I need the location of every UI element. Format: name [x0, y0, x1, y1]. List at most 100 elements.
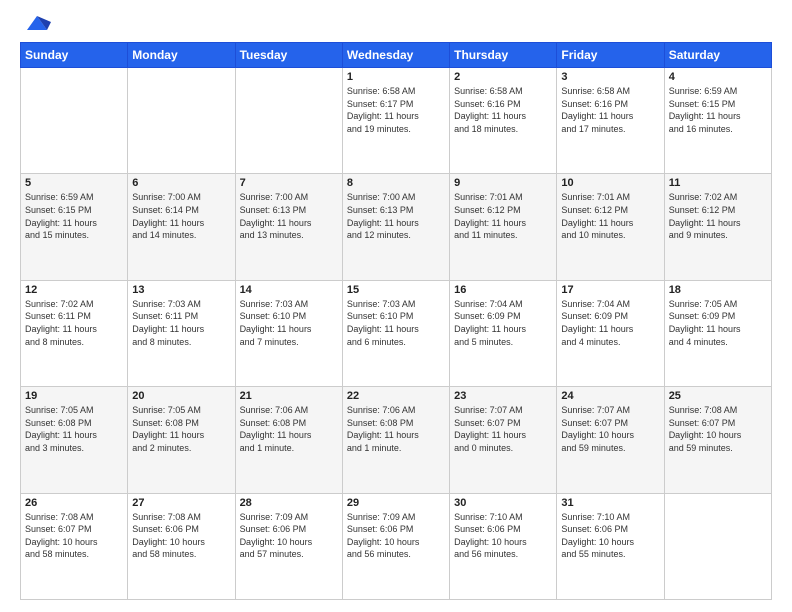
calendar-cell: 20 Sunrise: 7:05 AM Sunset: 6:08 PM Dayli… — [128, 387, 235, 493]
day-info: Sunrise: 7:07 AM Sunset: 6:07 PM Dayligh… — [454, 404, 552, 454]
day-info: Sunrise: 6:58 AM Sunset: 6:16 PM Dayligh… — [454, 85, 552, 135]
day-info: Sunrise: 7:05 AM Sunset: 6:09 PM Dayligh… — [669, 298, 767, 348]
calendar-cell: 12 Sunrise: 7:02 AM Sunset: 6:11 PM Dayli… — [21, 280, 128, 386]
day-info: Sunrise: 7:08 AM Sunset: 6:06 PM Dayligh… — [132, 511, 230, 561]
day-info: Sunrise: 7:03 AM Sunset: 6:11 PM Dayligh… — [132, 298, 230, 348]
day-info: Sunrise: 7:04 AM Sunset: 6:09 PM Dayligh… — [561, 298, 659, 348]
day-info: Sunrise: 7:02 AM Sunset: 6:11 PM Dayligh… — [25, 298, 123, 348]
day-info: Sunrise: 7:08 AM Sunset: 6:07 PM Dayligh… — [25, 511, 123, 561]
day-info: Sunrise: 7:10 AM Sunset: 6:06 PM Dayligh… — [454, 511, 552, 561]
day-info: Sunrise: 7:02 AM Sunset: 6:12 PM Dayligh… — [669, 191, 767, 241]
calendar-cell: 23 Sunrise: 7:07 AM Sunset: 6:07 PM Dayli… — [450, 387, 557, 493]
day-number: 29 — [347, 497, 445, 509]
calendar-cell — [21, 68, 128, 174]
day-number: 22 — [347, 390, 445, 402]
calendar-cell: 17 Sunrise: 7:04 AM Sunset: 6:09 PM Dayli… — [557, 280, 664, 386]
weekday-header: Monday — [128, 43, 235, 68]
calendar-cell: 1 Sunrise: 6:58 AM Sunset: 6:17 PM Daylig… — [342, 68, 449, 174]
calendar-cell: 28 Sunrise: 7:09 AM Sunset: 6:06 PM Dayli… — [235, 493, 342, 599]
day-number: 31 — [561, 497, 659, 509]
calendar-cell: 3Sunrise: 6:58 AM Sunset: 6:16 PM Daylig… — [557, 68, 664, 174]
calendar-cell: 18 Sunrise: 7:05 AM Sunset: 6:09 PM Dayli… — [664, 280, 771, 386]
day-number: 6 — [132, 177, 230, 189]
calendar-table: SundayMondayTuesdayWednesdayThursdayFrid… — [20, 42, 772, 600]
day-info: Sunrise: 7:06 AM Sunset: 6:08 PM Dayligh… — [347, 404, 445, 454]
day-info: Sunrise: 7:09 AM Sunset: 6:06 PM Dayligh… — [240, 511, 338, 561]
calendar-cell: 29 Sunrise: 7:09 AM Sunset: 6:06 PM Dayli… — [342, 493, 449, 599]
weekday-header: Tuesday — [235, 43, 342, 68]
day-number: 24 — [561, 390, 659, 402]
day-info: Sunrise: 7:10 AM Sunset: 6:06 PM Dayligh… — [561, 511, 659, 561]
day-info: Sunrise: 7:00 AM Sunset: 6:13 PM Dayligh… — [240, 191, 338, 241]
header — [20, 16, 772, 34]
day-info: Sunrise: 7:01 AM Sunset: 6:12 PM Dayligh… — [454, 191, 552, 241]
day-info: Sunrise: 7:05 AM Sunset: 6:08 PM Dayligh… — [132, 404, 230, 454]
day-number: 11 — [669, 177, 767, 189]
day-info: Sunrise: 7:04 AM Sunset: 6:09 PM Dayligh… — [454, 298, 552, 348]
calendar-cell — [128, 68, 235, 174]
calendar-cell: 14 Sunrise: 7:03 AM Sunset: 6:10 PM Dayli… — [235, 280, 342, 386]
day-number: 17 — [561, 284, 659, 296]
day-number: 5 — [25, 177, 123, 189]
weekday-header: Friday — [557, 43, 664, 68]
calendar-cell: 11 Sunrise: 7:02 AM Sunset: 6:12 PM Dayli… — [664, 174, 771, 280]
day-number: 8 — [347, 177, 445, 189]
day-number: 3 — [561, 71, 659, 83]
calendar-cell: 26 Sunrise: 7:08 AM Sunset: 6:07 PM Dayli… — [21, 493, 128, 599]
day-number: 14 — [240, 284, 338, 296]
day-number: 27 — [132, 497, 230, 509]
day-info: Sunrise: 7:09 AM Sunset: 6:06 PM Dayligh… — [347, 511, 445, 561]
day-number: 19 — [25, 390, 123, 402]
day-number: 2 — [454, 71, 552, 83]
day-info: Sunrise: 7:01 AM Sunset: 6:12 PM Dayligh… — [561, 191, 659, 241]
day-number: 7 — [240, 177, 338, 189]
day-info: Sunrise: 6:58 AM Sunset: 6:17 PM Dayligh… — [347, 85, 445, 135]
day-info: Sunrise: 7:06 AM Sunset: 6:08 PM Dayligh… — [240, 404, 338, 454]
day-info: Sunrise: 7:07 AM Sunset: 6:07 PM Dayligh… — [561, 404, 659, 454]
day-info: Sunrise: 7:05 AM Sunset: 6:08 PM Dayligh… — [25, 404, 123, 454]
calendar-cell: 7 Sunrise: 7:00 AM Sunset: 6:13 PM Daylig… — [235, 174, 342, 280]
weekday-header: Wednesday — [342, 43, 449, 68]
day-info: Sunrise: 7:08 AM Sunset: 6:07 PM Dayligh… — [669, 404, 767, 454]
calendar-cell: 9Sunrise: 7:01 AM Sunset: 6:12 PM Daylig… — [450, 174, 557, 280]
day-number: 12 — [25, 284, 123, 296]
day-number: 15 — [347, 284, 445, 296]
day-info: Sunrise: 7:03 AM Sunset: 6:10 PM Dayligh… — [240, 298, 338, 348]
day-number: 25 — [669, 390, 767, 402]
calendar-cell: 21Sunrise: 7:06 AM Sunset: 6:08 PM Dayli… — [235, 387, 342, 493]
day-number: 20 — [132, 390, 230, 402]
day-info: Sunrise: 7:03 AM Sunset: 6:10 PM Dayligh… — [347, 298, 445, 348]
page: SundayMondayTuesdayWednesdayThursdayFrid… — [0, 0, 792, 612]
calendar-cell: 10 Sunrise: 7:01 AM Sunset: 6:12 PM Dayli… — [557, 174, 664, 280]
calendar-cell: 4 Sunrise: 6:59 AM Sunset: 6:15 PM Daylig… — [664, 68, 771, 174]
calendar-cell: 5Sunrise: 6:59 AM Sunset: 6:15 PM Daylig… — [21, 174, 128, 280]
day-number: 26 — [25, 497, 123, 509]
day-number: 4 — [669, 71, 767, 83]
weekday-header: Thursday — [450, 43, 557, 68]
calendar-cell: 8 Sunrise: 7:00 AM Sunset: 6:13 PM Daylig… — [342, 174, 449, 280]
calendar-cell: 6 Sunrise: 7:00 AM Sunset: 6:14 PM Daylig… — [128, 174, 235, 280]
calendar-cell: 30 Sunrise: 7:10 AM Sunset: 6:06 PM Dayli… — [450, 493, 557, 599]
day-info: Sunrise: 7:00 AM Sunset: 6:14 PM Dayligh… — [132, 191, 230, 241]
calendar-cell: 15 Sunrise: 7:03 AM Sunset: 6:10 PM Dayli… — [342, 280, 449, 386]
day-number: 23 — [454, 390, 552, 402]
weekday-header: Saturday — [664, 43, 771, 68]
calendar-cell — [664, 493, 771, 599]
day-number: 18 — [669, 284, 767, 296]
calendar-cell — [235, 68, 342, 174]
calendar-cell: 25 Sunrise: 7:08 AM Sunset: 6:07 PM Dayli… — [664, 387, 771, 493]
day-number: 10 — [561, 177, 659, 189]
day-number: 30 — [454, 497, 552, 509]
logo-icon — [23, 12, 51, 34]
calendar-cell: 16 Sunrise: 7:04 AM Sunset: 6:09 PM Dayli… — [450, 280, 557, 386]
day-number: 28 — [240, 497, 338, 509]
day-number: 16 — [454, 284, 552, 296]
calendar-cell: 2 Sunrise: 6:58 AM Sunset: 6:16 PM Daylig… — [450, 68, 557, 174]
day-info: Sunrise: 7:00 AM Sunset: 6:13 PM Dayligh… — [347, 191, 445, 241]
calendar-cell: 27 Sunrise: 7:08 AM Sunset: 6:06 PM Dayli… — [128, 493, 235, 599]
calendar-cell: 22 Sunrise: 7:06 AM Sunset: 6:08 PM Dayli… — [342, 387, 449, 493]
calendar-cell: 24 Sunrise: 7:07 AM Sunset: 6:07 PM Dayli… — [557, 387, 664, 493]
day-info: Sunrise: 6:59 AM Sunset: 6:15 PM Dayligh… — [669, 85, 767, 135]
day-number: 1 — [347, 71, 445, 83]
calendar-cell: 19 Sunrise: 7:05 AM Sunset: 6:08 PM Dayli… — [21, 387, 128, 493]
